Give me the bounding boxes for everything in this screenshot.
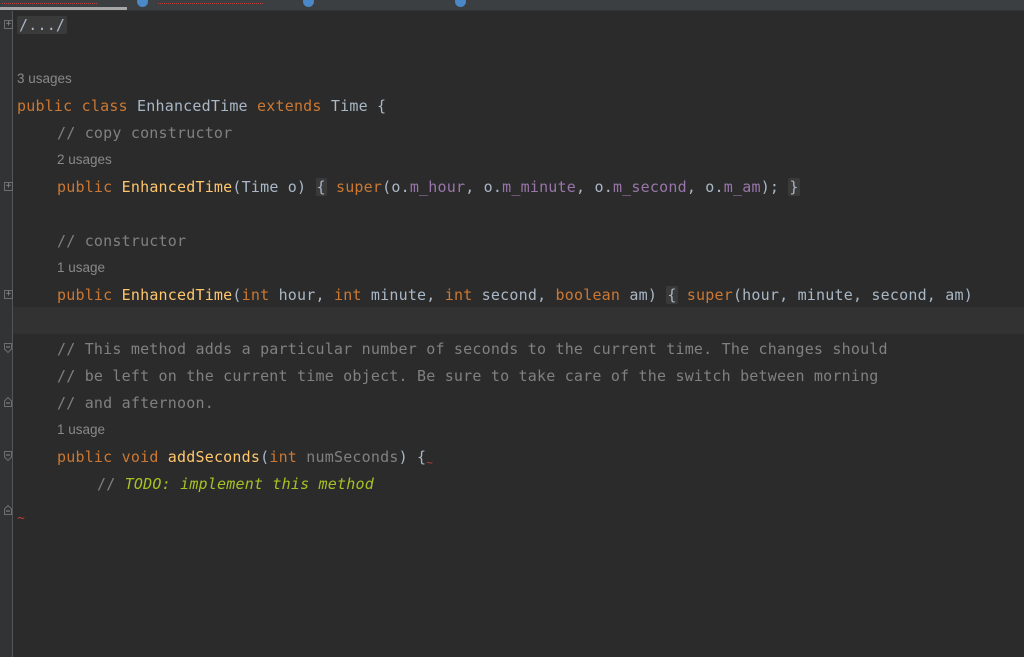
method-usages-hint[interactable]: 1 usage [57,421,105,439]
collapsed-imports[interactable]: /.../ [17,16,68,34]
comment: // [97,475,125,493]
tab-file-icon[interactable] [455,0,466,7]
field: m_hour [409,178,466,196]
args: ); [760,178,780,196]
fold-end-icon[interactable] [4,397,12,407]
code-line-constructor[interactable]: public EnhancedTime(int hour, int minute… [57,285,973,305]
code-line-comment[interactable]: // and afternoon. [57,393,214,413]
fold-collapse-icon[interactable] [4,451,12,461]
code-line-class-decl[interactable]: public class EnhancedTime extends Time { [17,96,386,116]
args: (o. [382,178,410,196]
code-line-copy-constructor[interactable]: public EnhancedTime(Time o) { super(o.m_… [57,177,800,197]
editor-tab-bar [0,0,1024,11]
fold-expand-icon[interactable]: + [4,182,13,191]
tab-file-icon[interactable] [303,0,314,7]
code-line-comment[interactable]: // constructor [57,231,186,251]
editor-gutter[interactable] [0,11,12,657]
warning-squiggle-icon: ~ [426,456,434,469]
fold-end-icon[interactable] [4,505,12,515]
active-tab-indicator[interactable] [0,7,127,10]
current-line-highlight [13,307,1024,334]
args: , o. [576,178,613,196]
keyword: public [57,286,113,304]
copy-ctor-usages-hint[interactable]: 2 usages [57,151,112,169]
code-line-comment[interactable]: // This method adds a particular number … [57,339,888,359]
params: (Time o) [232,178,307,196]
code-line-method-decl[interactable]: public void addSeconds(int numSeconds) {… [57,447,433,473]
brace: { [367,97,387,115]
keyword: class [81,97,128,115]
param: am) [620,286,658,304]
method-name: EnhancedTime [121,178,233,196]
keyword: super [686,286,733,304]
comment: // constructor [57,232,187,250]
keyword: extends [257,97,322,115]
param: minute, [361,286,445,304]
code-line-comment[interactable]: // copy constructor [57,123,232,143]
keyword: int [241,286,270,304]
gutter-divider [12,11,13,657]
keyword: void [121,448,159,466]
todo-comment: TODO: implement this method [124,475,374,493]
keyword: public [57,178,113,196]
parent-class: Time [330,97,368,115]
comment: // copy constructor [57,124,233,142]
warning-squiggle-icon: ~ [17,511,26,526]
folded-brace-open[interactable]: { [315,178,327,196]
tab-error-underline [2,1,97,4]
fold-collapse-icon[interactable] [4,343,12,353]
args: , o. [465,178,503,196]
param: hour, [269,286,334,304]
keyword: int [269,448,298,466]
code-line-comment[interactable]: // be left on the current time object. B… [57,366,879,386]
brace: ) { [398,448,427,466]
keyword: int [444,286,473,304]
fold-expand-icon[interactable]: + [4,20,13,29]
keyword: super [335,178,383,196]
code-line-imports[interactable]: /.../ [17,15,68,35]
class-usages-hint[interactable]: 3 usages [17,70,72,88]
class-name: EnhancedTime [137,97,248,115]
comment: // and afternoon. [57,394,214,412]
field: m_second [612,178,687,196]
args: , o. [686,178,724,196]
ctor-usages-hint[interactable]: 1 usage [57,259,105,277]
args: (hour, minute, second, am) [732,286,973,304]
field: m_am [723,178,761,196]
folded-brace-close[interactable]: } [788,178,800,196]
code-line-todo[interactable]: // TODO: implement this method [97,474,374,494]
fold-expand-icon[interactable]: + [4,290,13,299]
folded-brace-open[interactable]: { [666,286,678,304]
comment: // be left on the current time object. B… [57,367,879,385]
param-unused: numSeconds [306,448,399,466]
field: m_minute [502,178,577,196]
paren: ( [232,286,242,304]
tab-error-underline [158,1,263,4]
comment: // This method adds a particular number … [57,340,888,358]
keyword: public [17,97,73,115]
tab-file-icon[interactable] [137,0,148,7]
param: second, [472,286,556,304]
keyword: public [57,448,113,466]
code-line-end[interactable]: ~ [17,507,25,529]
keyword: boolean [555,286,621,304]
method-name: addSeconds [167,448,261,466]
keyword: int [333,286,362,304]
method-name: EnhancedTime [121,286,233,304]
